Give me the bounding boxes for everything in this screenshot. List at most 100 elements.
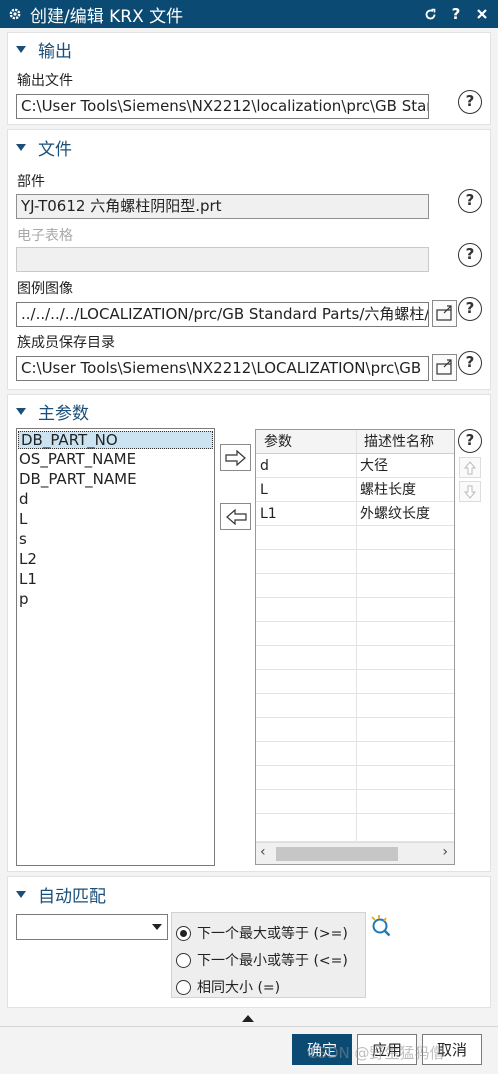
radio-button[interactable]	[176, 979, 191, 995]
list-item[interactable]: L1	[17, 569, 214, 589]
help-icon[interactable]: ?	[458, 297, 482, 321]
cancel-button-label: 取消	[436, 1041, 467, 1059]
scroll-right-icon[interactable]: ›	[442, 844, 448, 860]
radio-option-le[interactable]: 下一个最小或等于 (<=)	[176, 950, 348, 970]
column-header-desc[interactable]: 描述性名称	[360, 430, 454, 454]
radio-button[interactable]	[176, 952, 191, 968]
empty-row	[256, 622, 454, 646]
legend-image-field[interactable]: ../../../../LOCALIZATION/prc/GB Standard…	[16, 302, 429, 327]
help-icon[interactable]: ?	[458, 189, 482, 213]
desc-cell: 螺柱长度	[360, 482, 416, 498]
reset-icon[interactable]	[420, 4, 440, 24]
arrow-left-icon	[225, 508, 247, 525]
horizontal-scrollbar[interactable]: ‹ ›	[256, 842, 454, 864]
table-row[interactable]: L 螺柱长度	[256, 478, 454, 502]
auto-match-section-toggle[interactable]: 自动匹配	[16, 882, 106, 907]
file-section-toggle[interactable]: 文件	[16, 135, 72, 160]
help-icon[interactable]: ?	[446, 4, 466, 24]
list-item[interactable]: OS_PART_NAME	[17, 449, 214, 469]
match-mode-radio-group: 下一个最大或等于 (>=) 下一个最小或等于 (<=) 相同大小 (=)	[171, 912, 366, 998]
title-bar: 创建/编辑 KRX 文件 ?	[0, 0, 498, 28]
radio-button[interactable]	[176, 925, 191, 941]
cancel-button[interactable]: 取消	[422, 1034, 482, 1065]
search-icon[interactable]	[369, 914, 393, 942]
file-section: 文件 部件 YJ-T0612 六角螺柱阴阳型.prt ? 电子表格 ? 图例图像…	[7, 129, 491, 390]
empty-row	[256, 646, 454, 670]
empty-row	[256, 598, 454, 622]
column-header-param[interactable]: 参数	[260, 430, 356, 454]
param-cell: L	[260, 482, 268, 498]
browse-folder-icon[interactable]	[432, 300, 457, 327]
param-cell: d	[260, 458, 269, 474]
param-cell: L1	[260, 506, 277, 522]
spreadsheet-label: 电子表格	[17, 228, 73, 244]
output-section: 输出 输出文件 C:\User Tools\Siemens\NX2212\loc…	[7, 32, 491, 125]
ok-button-label: 确定	[306, 1041, 337, 1059]
chevron-down-icon	[152, 924, 162, 930]
list-item[interactable]: p	[17, 589, 214, 609]
table-row[interactable]: d 大径	[256, 454, 454, 478]
spreadsheet-field	[16, 247, 429, 272]
match-dropdown[interactable]	[16, 914, 168, 940]
collapse-triangle-icon	[16, 46, 26, 53]
help-icon[interactable]: ?	[458, 90, 482, 114]
help-icon[interactable]: ?	[458, 351, 482, 375]
list-item[interactable]: L2	[17, 549, 214, 569]
empty-row	[256, 742, 454, 766]
move-down-button[interactable]	[459, 481, 481, 502]
file-section-header: 文件	[38, 140, 72, 160]
browse-folder-icon[interactable]	[432, 354, 457, 381]
output-file-field[interactable]: C:\User Tools\Siemens\NX2212\localizatio…	[16, 94, 429, 119]
collapse-triangle-icon	[16, 144, 26, 151]
help-icon[interactable]: ?	[458, 243, 482, 267]
gear-icon[interactable]	[8, 6, 24, 22]
empty-row	[256, 718, 454, 742]
move-up-button[interactable]	[459, 457, 481, 478]
radio-option-ge[interactable]: 下一个最大或等于 (>=)	[176, 923, 348, 943]
empty-row	[256, 790, 454, 814]
collapse-triangle-icon	[16, 408, 26, 415]
part-label: 部件	[17, 174, 45, 190]
scrollbar-thumb[interactable]	[276, 847, 398, 861]
footer-divider	[0, 1026, 498, 1027]
arrow-down-icon	[464, 485, 476, 499]
output-section-header: 输出	[38, 42, 72, 62]
empty-row	[256, 574, 454, 598]
arrow-right-icon	[224, 449, 246, 466]
main-params-section-header: 主参数	[38, 404, 89, 424]
desc-cell: 外螺纹长度	[360, 506, 430, 522]
window-title: 创建/编辑 KRX 文件	[30, 6, 184, 27]
auto-match-section-header: 自动匹配	[38, 887, 106, 907]
ok-button[interactable]: 确定	[292, 1034, 352, 1065]
radio-label: 下一个最小或等于 (<=)	[197, 953, 348, 969]
scroll-left-icon[interactable]: ‹	[260, 844, 266, 860]
part-field: YJ-T0612 六角螺柱阴阳型.prt	[16, 194, 429, 219]
list-item[interactable]: d	[17, 489, 214, 509]
empty-row	[256, 526, 454, 550]
table-row[interactable]: L1 外螺纹长度	[256, 502, 454, 526]
list-item[interactable]: s	[17, 529, 214, 549]
list-item[interactable]: DB_PART_NAME	[17, 469, 214, 489]
close-icon[interactable]	[472, 4, 492, 24]
available-params-list[interactable]: DB_PART_NO OS_PART_NAME DB_PART_NAME d L…	[16, 428, 215, 866]
list-item[interactable]: L	[17, 509, 214, 529]
list-item[interactable]: DB_PART_NO	[18, 431, 213, 449]
output-section-toggle[interactable]: 输出	[16, 37, 72, 62]
main-params-section-toggle[interactable]: 主参数	[16, 399, 89, 424]
help-icon[interactable]: ?	[458, 429, 482, 453]
column-divider	[356, 430, 357, 453]
expand-more-button[interactable]	[242, 1015, 254, 1022]
apply-button[interactable]: 应用	[357, 1034, 417, 1065]
add-param-button[interactable]	[220, 444, 251, 471]
radio-option-eq[interactable]: 相同大小 (=)	[176, 977, 280, 997]
remove-param-button[interactable]	[220, 503, 251, 530]
auto-match-section: 自动匹配 下一个最大或等于 (>=) 下一个最小或等于 (<=) 相同大小 (=…	[7, 876, 491, 1008]
empty-row	[256, 814, 454, 842]
desc-cell: 大径	[360, 458, 388, 474]
member-dir-field[interactable]: C:\User Tools\Siemens\NX2212\LOCALIZATIO…	[16, 356, 429, 381]
radio-label: 下一个最大或等于 (>=)	[197, 926, 348, 942]
output-file-label: 输出文件	[17, 73, 73, 89]
empty-row	[256, 766, 454, 790]
empty-row	[256, 550, 454, 574]
member-dir-label: 族成员保存目录	[17, 335, 115, 351]
